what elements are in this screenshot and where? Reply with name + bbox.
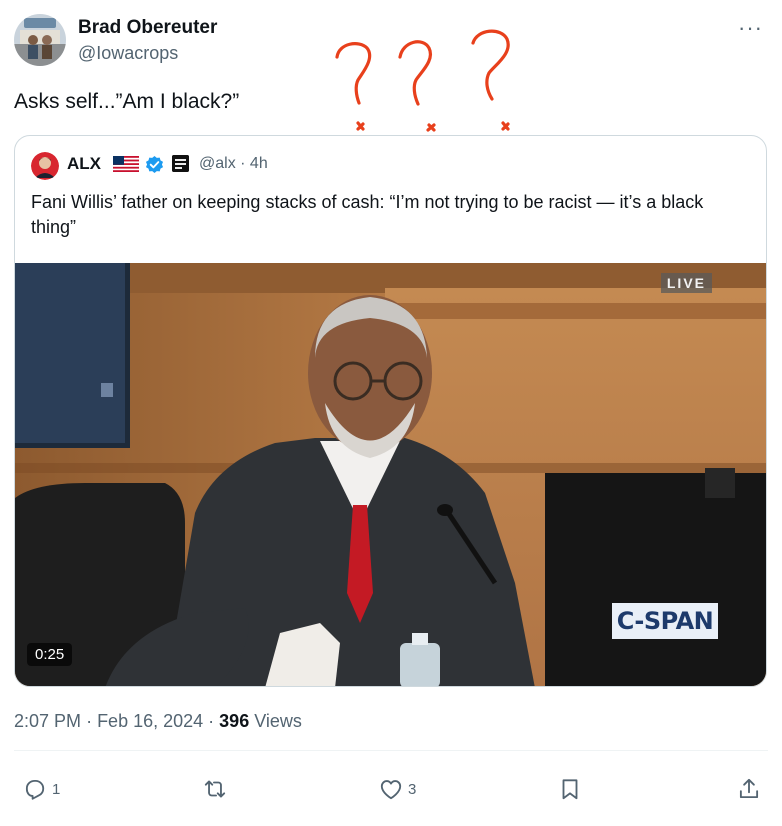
- cspan-logo: C-SPAN: [612, 603, 718, 639]
- meta-separator: ·: [86, 711, 98, 731]
- author-name[interactable]: Brad Obereuter: [78, 17, 217, 39]
- views-count[interactable]: 396: [219, 711, 249, 731]
- retweet-button[interactable]: [202, 776, 232, 802]
- us-flag-icon: [113, 156, 139, 172]
- quoted-tweet-text: Fani Willis’ father on keeping stacks of…: [31, 192, 704, 237]
- quoted-tweet-card[interactable]: ALX @alx · 4h Fani Willis’ father on kee…: [14, 135, 767, 687]
- tweet-meta: 2:07 PM · Feb 16, 2024 · 396 Views: [14, 711, 302, 732]
- author-handle[interactable]: @Iowacrops: [78, 43, 178, 64]
- heart-icon: [380, 780, 402, 800]
- tweet-time[interactable]: 2:07 PM: [14, 711, 81, 731]
- affiliate-badge-icon[interactable]: [172, 155, 189, 172]
- reply-count: 1: [52, 780, 61, 798]
- share-button[interactable]: [736, 776, 762, 802]
- verified-badge-icon[interactable]: [145, 155, 164, 174]
- like-count: 3: [408, 780, 417, 798]
- quoted-handle-time[interactable]: @alx · 4h: [199, 155, 268, 173]
- tweet-date[interactable]: Feb 16, 2024: [97, 711, 203, 731]
- quoted-avatar[interactable]: [31, 152, 59, 180]
- tweet-text: Asks self...”Am I black?”: [14, 90, 240, 113]
- meta-separator: ·: [208, 711, 220, 731]
- quoted-author-name[interactable]: ALX: [67, 154, 101, 174]
- divider: [14, 750, 768, 751]
- reply-button[interactable]: 1: [22, 776, 60, 802]
- author-avatar[interactable]: [14, 14, 66, 66]
- reply-icon: [25, 779, 45, 800]
- bookmark-button[interactable]: [557, 776, 583, 802]
- bookmark-icon: [562, 779, 578, 800]
- live-badge: LIVE: [660, 273, 712, 293]
- retweet-icon: [204, 780, 226, 798]
- more-options-icon[interactable]: ···: [738, 15, 763, 41]
- video-player[interactable]: LIVE C-SPAN 0:25: [15, 263, 766, 686]
- video-duration: 0:25: [27, 643, 73, 666]
- like-button[interactable]: 3: [378, 776, 416, 802]
- share-icon: [739, 778, 759, 799]
- question-marks-drawing: [335, 29, 510, 132]
- views-label: Views: [254, 711, 302, 731]
